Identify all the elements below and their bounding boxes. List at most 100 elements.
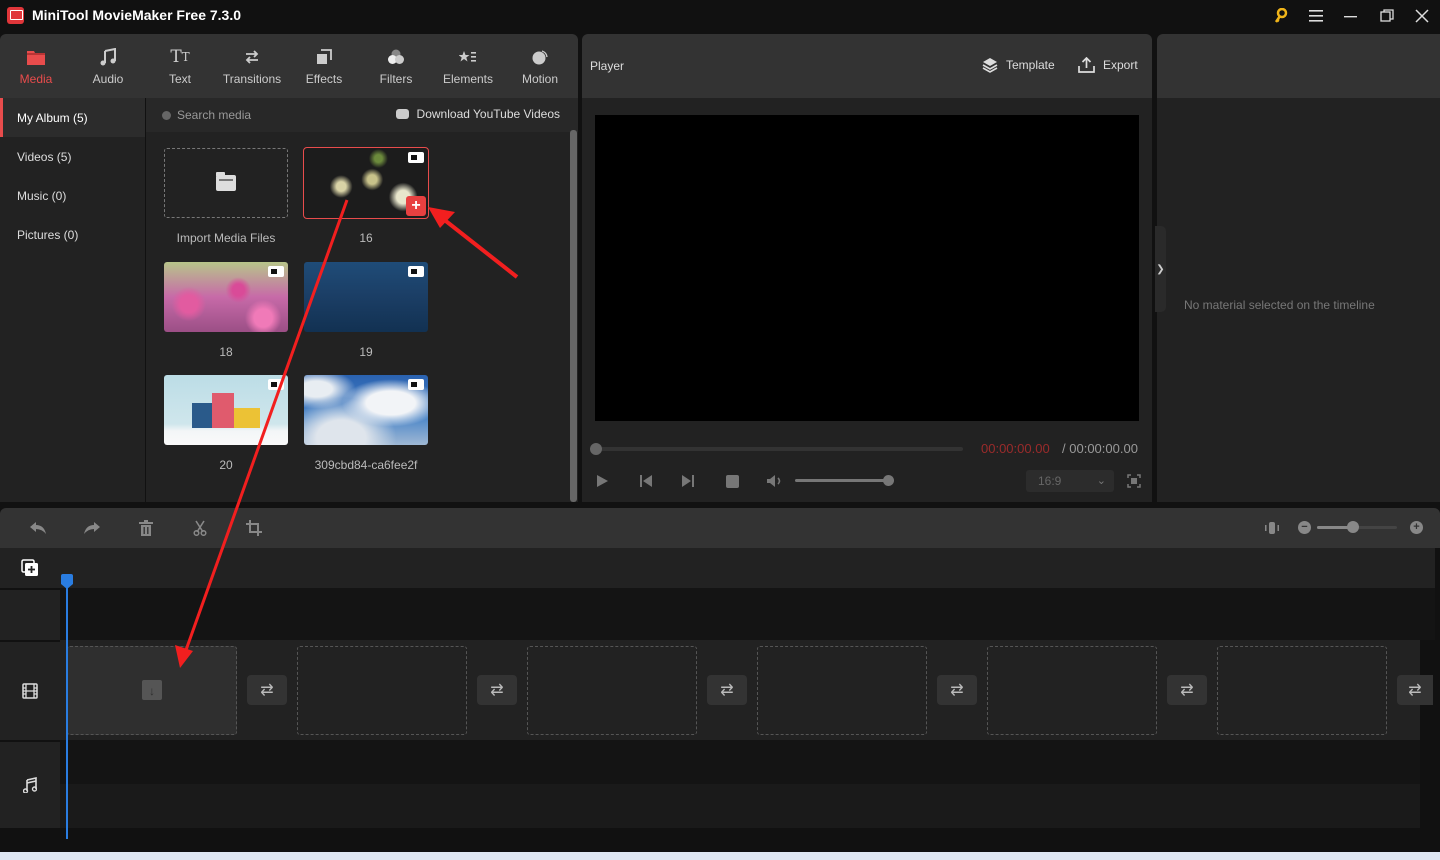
media-thumbnail[interactable]	[164, 375, 288, 445]
sidebar-item-my-album[interactable]: My Album (5)	[0, 98, 145, 137]
transition-arrows-icon: ⇄	[950, 682, 964, 699]
search-input[interactable]: Search media	[177, 108, 251, 122]
crop-button[interactable]	[244, 519, 264, 537]
split-button[interactable]	[190, 519, 210, 537]
add-track-icon	[21, 559, 38, 576]
close-icon[interactable]	[1409, 4, 1435, 28]
transition-arrows-icon: ⇄	[720, 682, 734, 699]
media-item[interactable]: 309cbd84-ca6fee2f	[304, 375, 428, 472]
tab-label: Effects	[305, 72, 343, 86]
import-label: Import Media Files	[176, 231, 276, 245]
minimize-icon[interactable]	[1338, 4, 1364, 28]
text-icon: TT	[170, 47, 190, 67]
tab-effects[interactable]: Effects	[288, 34, 360, 98]
transition-arrows-icon: ⇄	[490, 682, 504, 699]
stop-icon	[725, 474, 739, 488]
previous-frame-button[interactable]	[636, 472, 656, 490]
import-media-card[interactable]: Import Media Files	[164, 148, 288, 245]
tab-media[interactable]: Media	[0, 34, 72, 98]
fit-timeline-button[interactable]	[1262, 519, 1282, 537]
volume-slider[interactable]	[795, 479, 889, 482]
tab-filters[interactable]: Filters	[360, 34, 432, 98]
play-button[interactable]	[592, 472, 612, 490]
timeline-drop-slot[interactable]	[527, 646, 697, 735]
playhead-line[interactable]	[66, 584, 68, 839]
media-item[interactable]: 20	[164, 375, 288, 472]
fullscreen-icon	[1127, 474, 1141, 488]
sidebar-item-videos[interactable]: Videos (5)	[0, 137, 145, 176]
key-icon[interactable]	[1268, 4, 1294, 28]
video-preview[interactable]	[595, 115, 1139, 421]
media-item[interactable]: + 16	[303, 147, 429, 245]
tab-elements[interactable]: Elements	[432, 34, 504, 98]
media-item[interactable]: 19	[304, 262, 428, 359]
media-thumbnail[interactable]	[304, 262, 428, 332]
tab-motion[interactable]: Motion	[504, 34, 576, 98]
house-shape	[212, 393, 234, 428]
timeline-drop-slot[interactable]	[757, 646, 927, 735]
audio-track-lower[interactable]	[60, 784, 1420, 828]
transition-slot[interactable]: ⇄	[247, 675, 287, 705]
zoom-out-button[interactable]: −	[1298, 521, 1311, 534]
fullscreen-button[interactable]	[1124, 472, 1144, 490]
seek-bar[interactable]	[595, 447, 963, 451]
timeline-zoom-handle[interactable]	[1347, 521, 1359, 533]
download-youtube-button[interactable]: Download YouTube Videos	[395, 107, 560, 121]
media-item[interactable]: 18	[164, 262, 288, 359]
media-thumbnail[interactable]	[164, 262, 288, 332]
import-thumb[interactable]	[164, 148, 288, 218]
media-thumbnail[interactable]: +	[303, 147, 429, 219]
stop-button[interactable]	[722, 472, 742, 490]
sidebar-item-pictures[interactable]: Pictures (0)	[0, 215, 145, 254]
maximize-icon[interactable]	[1374, 4, 1400, 28]
add-track-button[interactable]	[0, 556, 60, 580]
audio-track[interactable]	[60, 740, 1420, 784]
undo-button[interactable]	[28, 519, 48, 537]
tab-label: Elements	[442, 72, 494, 86]
transition-arrows-icon: ⇄	[260, 682, 274, 699]
elements-icon	[459, 46, 477, 68]
seek-handle[interactable]	[590, 443, 602, 455]
panel-collapse-handle[interactable]: ❯	[1155, 226, 1166, 312]
audio-track-header	[0, 742, 60, 828]
media-search-bar: Search media Download YouTube Videos	[146, 98, 578, 132]
zoom-in-button[interactable]: +	[1410, 521, 1423, 534]
tab-audio[interactable]: Audio	[72, 34, 144, 98]
menu-icon[interactable]	[1303, 4, 1329, 28]
transition-slot[interactable]: ⇄	[1397, 675, 1433, 705]
transition-slot[interactable]: ⇄	[1167, 675, 1207, 705]
media-thumbnail[interactable]	[304, 375, 428, 445]
playhead-handle[interactable]	[61, 574, 73, 589]
minus-icon: −	[1301, 521, 1308, 533]
tab-transitions[interactable]: Transitions	[216, 34, 288, 98]
timeline-drop-slot[interactable]	[1217, 646, 1387, 735]
timeline-drop-slot[interactable]	[297, 646, 467, 735]
tab-label: Transitions	[222, 72, 282, 86]
total-time-value: 00:00:00.00	[1069, 441, 1138, 456]
timeline-drop-slot[interactable]	[987, 646, 1157, 735]
redo-button[interactable]	[82, 519, 102, 537]
delete-button[interactable]	[136, 519, 156, 537]
aspect-ratio-select[interactable]: 16:9 ⌄	[1026, 470, 1114, 492]
add-to-timeline-button[interactable]: +	[406, 196, 426, 216]
timeline-ruler[interactable]	[0, 548, 1435, 588]
media-scrollbar[interactable]	[570, 130, 577, 502]
media-item-label: 16	[359, 231, 373, 245]
folder-icon	[216, 172, 236, 191]
chevron-right-icon: ❯	[1156, 263, 1165, 275]
template-button[interactable]: Template	[982, 57, 1055, 73]
transition-slot[interactable]: ⇄	[477, 675, 517, 705]
sidebar-item-music[interactable]: Music (0)	[0, 176, 145, 215]
player-panel: 00:00:00.00 / 00:00:00.00 16:9 ⌄	[582, 98, 1152, 502]
transition-slot[interactable]: ⇄	[937, 675, 977, 705]
overlay-track[interactable]	[60, 588, 1435, 640]
next-frame-button[interactable]	[678, 472, 698, 490]
export-button[interactable]: Export	[1078, 57, 1138, 73]
properties-panel: No material selected on the timeline	[1157, 98, 1440, 502]
volume-button[interactable]	[765, 472, 785, 490]
export-upload-icon	[1078, 57, 1095, 73]
transition-slot[interactable]: ⇄	[707, 675, 747, 705]
transitions-icon	[244, 46, 260, 68]
tab-text[interactable]: TT Text	[144, 34, 216, 98]
volume-handle[interactable]	[883, 475, 894, 486]
